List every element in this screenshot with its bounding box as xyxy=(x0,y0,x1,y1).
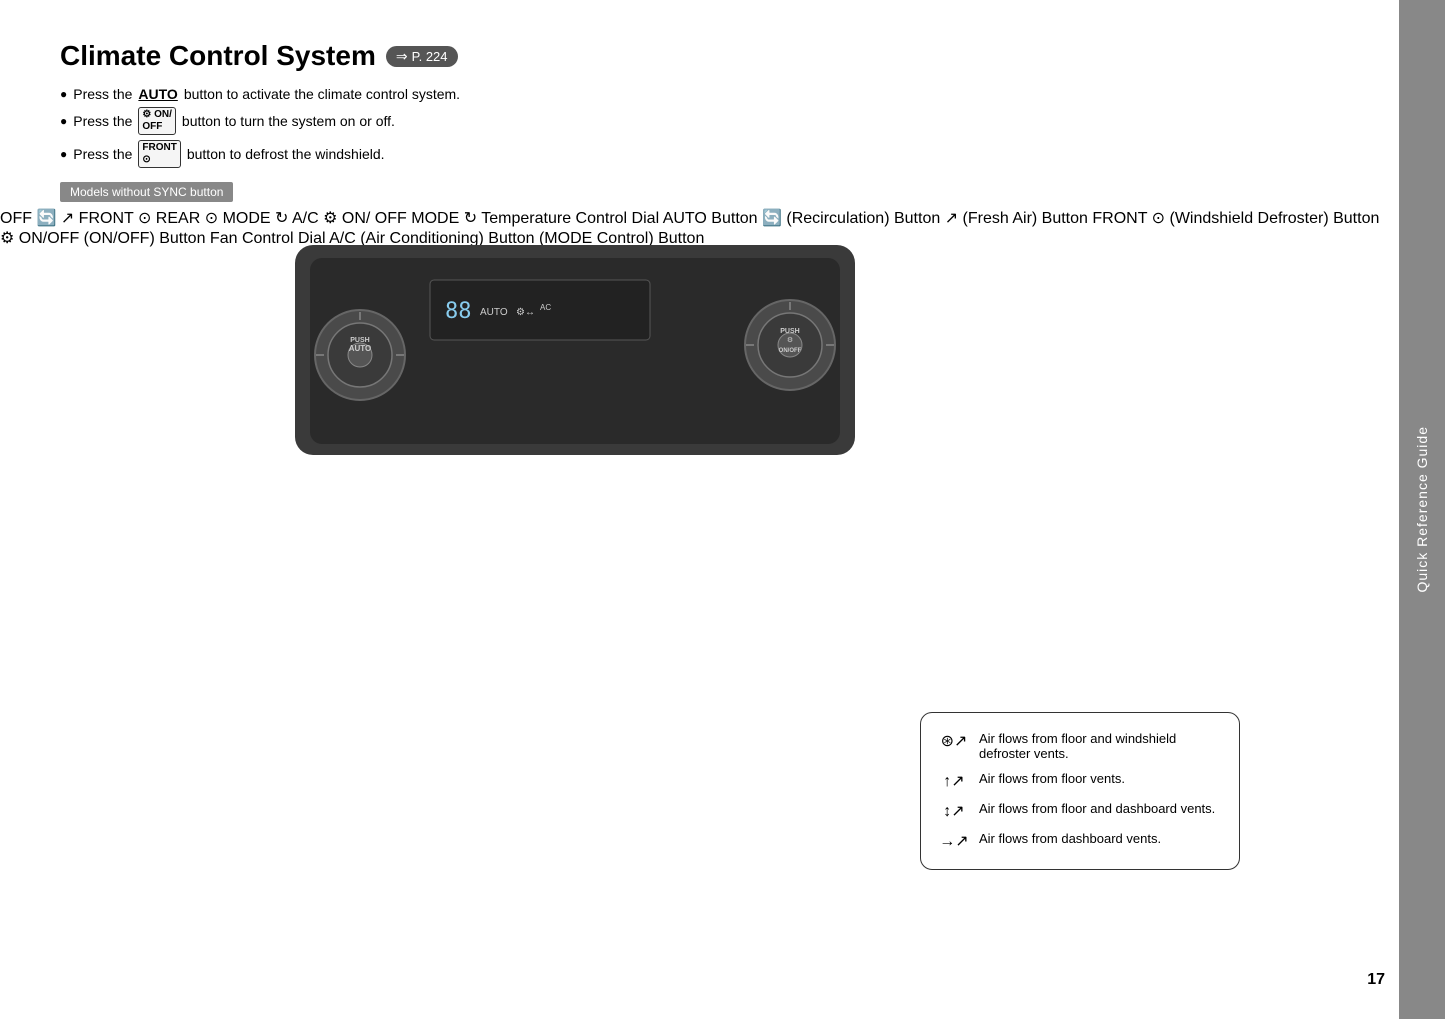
bullet-suffix-2: button to turn the system on or off. xyxy=(182,113,395,129)
info-row-4: →↗ Air flows from dashboard vents. xyxy=(939,831,1221,851)
svg-text:PUSH: PUSH xyxy=(780,328,799,335)
svg-text:ON/OFF: ON/OFF xyxy=(779,348,802,354)
airflow-icon-2: ↑↗ xyxy=(939,771,969,791)
on-off-inline-btn: ⚙ ON/OFF xyxy=(138,107,176,135)
airflow-text-3: Air flows from floor and dashboard vents… xyxy=(979,801,1215,816)
bullet-prefix-3: Press the xyxy=(73,146,132,162)
front-inline-btn: FRONT⊙ xyxy=(138,140,180,168)
svg-text:PUSH: PUSH xyxy=(350,337,369,344)
info-row-1: ⊛↗ Air flows from floor and windshield d… xyxy=(939,731,1221,761)
bullet-item-3: Press the FRONT⊙ button to defrost the w… xyxy=(60,140,1320,168)
airflow-icon-3: ↕↗ xyxy=(939,801,969,821)
title-text: Climate Control System xyxy=(60,40,376,72)
diagram-area: PUSH AUTO PUSH ⚙ ON/OFF 88 AUTO ⚙↔ ACOFF xyxy=(0,190,1380,890)
airflow-text-2: Air flows from floor vents. xyxy=(979,771,1125,786)
airflow-text-4: Air flows from dashboard vents. xyxy=(979,831,1161,846)
info-row-3: ↕↗ Air flows from floor and dashboard ve… xyxy=(939,801,1221,821)
svg-text:AUTO: AUTO xyxy=(480,307,508,318)
info-box: ⊛↗ Air flows from floor and windshield d… xyxy=(920,712,1240,870)
bullet-suffix-3: button to defrost the windshield. xyxy=(187,146,385,162)
page-title: Climate Control System ⇒ P. 224 xyxy=(60,40,1320,72)
svg-text:88: 88 xyxy=(445,299,472,324)
bullet-list: Press the AUTO button to activate the cl… xyxy=(60,86,1320,168)
svg-text:AC: AC xyxy=(540,303,551,312)
airflow-text-1: Air flows from floor and windshield defr… xyxy=(979,731,1221,761)
page-number: 17 xyxy=(1367,971,1385,989)
page-ref-badge: ⇒ P. 224 xyxy=(386,46,458,67)
auto-label: AUTO xyxy=(138,86,177,102)
svg-text:⚙: ⚙ xyxy=(787,336,793,344)
airflow-icon-4: →↗ xyxy=(939,831,969,851)
bullet-item-1: Press the AUTO button to activate the cl… xyxy=(60,86,1320,102)
svg-text:AUTO: AUTO xyxy=(349,344,372,353)
main-content: Climate Control System ⇒ P. 224 Press th… xyxy=(0,0,1380,1019)
bullet-prefix-2: Press the xyxy=(73,113,132,129)
page-ref-number: P. 224 xyxy=(412,49,448,64)
bullet-prefix-1: Press the xyxy=(73,86,132,102)
side-tab-label: Quick Reference Guide xyxy=(1414,426,1430,593)
side-tab: Quick Reference Guide xyxy=(1399,0,1445,1019)
arrow-icon: ⇒ xyxy=(396,48,408,65)
info-row-2: ↑↗ Air flows from floor vents. xyxy=(939,771,1221,791)
airflow-icon-1: ⊛↗ xyxy=(939,731,969,751)
bullet-suffix-1: button to activate the climate control s… xyxy=(184,86,460,102)
bullet-item-2: Press the ⚙ ON/OFF button to turn the sy… xyxy=(60,107,1320,135)
svg-text:⚙↔: ⚙↔ xyxy=(516,307,535,318)
